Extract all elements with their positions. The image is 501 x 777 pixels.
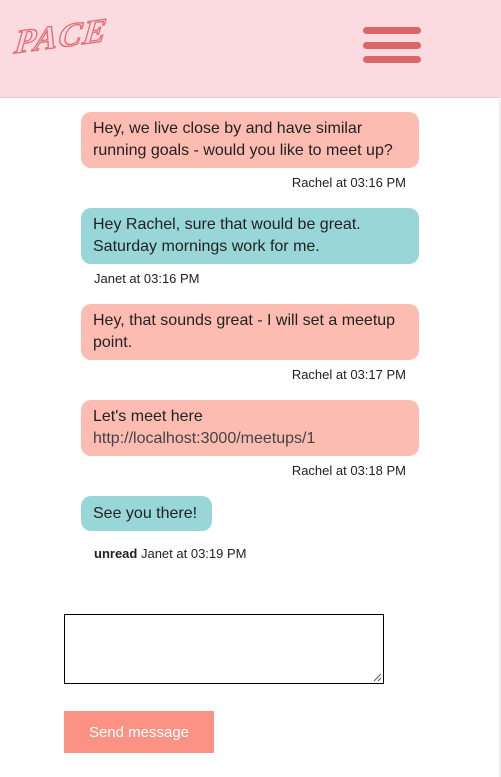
hamburger-menu-icon[interactable]: [363, 27, 421, 65]
message-bubble: Hey, we live close by and have similar r…: [81, 112, 419, 168]
resize-grip-icon[interactable]: [373, 673, 382, 682]
message-meta-text: Janet at 03:19 PM: [140, 546, 247, 561]
send-message-button[interactable]: Send message: [64, 711, 214, 753]
message-bubble: See you there!: [81, 496, 212, 531]
message-meta: Rachel at 03:16 PM: [291, 175, 406, 190]
message-meta: Janet at 03:16 PM: [94, 271, 200, 286]
message-bubble: Let's meet here http://localhost:3000/me…: [81, 400, 419, 456]
message-text: Let's meet here: [93, 408, 203, 425]
message-text: See you there!: [93, 504, 198, 522]
unread-status: unread: [94, 546, 138, 561]
app-header: PACE: [0, 0, 501, 98]
pace-logo[interactable]: PACE: [11, 10, 118, 62]
message-text: Hey, we live close by and have similar r…: [93, 120, 393, 159]
message-meta: unread Janet at 03:19 PM: [94, 546, 246, 562]
message-bubble: Hey Rachel, sure that would be great. Sa…: [81, 208, 419, 264]
message-meta: Rachel at 03:17 PM: [291, 367, 406, 382]
meetup-link[interactable]: http://localhost:3000/meetups/1: [93, 428, 407, 450]
chat-page: PACE Hey, we live close by and have simi…: [0, 0, 501, 777]
message-input[interactable]: [64, 614, 384, 684]
message-text: Hey, that sounds great - I will set a me…: [93, 312, 396, 351]
message-meta: Rachel at 03:18 PM: [291, 463, 406, 478]
message-bubble: Hey, that sounds great - I will set a me…: [81, 304, 419, 360]
logo-text: PACE: [12, 12, 109, 56]
message-text: Hey Rachel, sure that would be great. Sa…: [93, 216, 361, 255]
